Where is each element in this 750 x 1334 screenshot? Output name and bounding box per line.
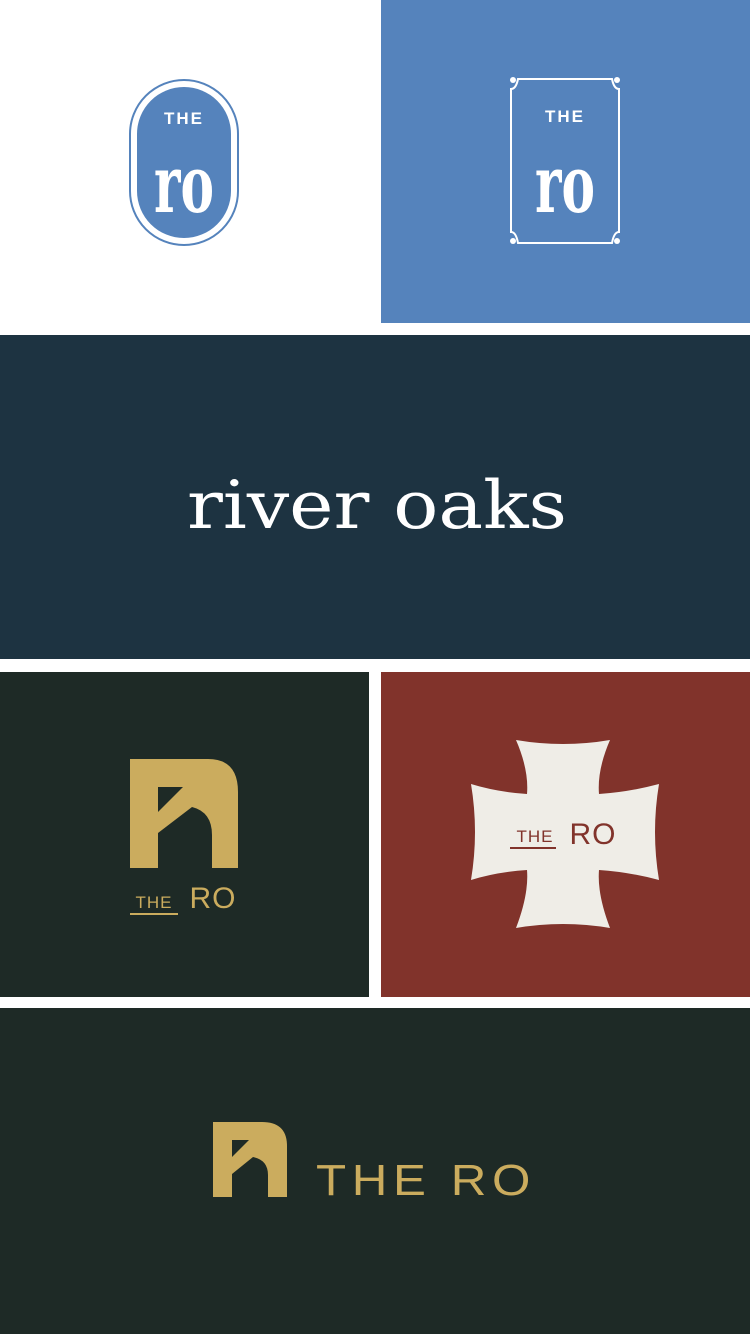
horizontal-logo-text: THE RO	[316, 1156, 536, 1205]
cross-shape-icon	[471, 740, 659, 928]
wordmark-text: river oaks	[187, 467, 567, 544]
cross-badge-panel: THE RO	[381, 672, 750, 997]
oval-badge-mono: ro	[154, 137, 214, 231]
monogram-mark-icon	[213, 1122, 287, 1197]
stacked-logo-ro: RO	[190, 882, 237, 915]
oval-badge-panel: THE ro	[0, 0, 381, 323]
stacked-logo-panel: THE RO	[0, 672, 369, 997]
stacked-logo: THE RO	[130, 759, 238, 915]
horizontal-logo-panel: THE RO	[0, 1008, 750, 1334]
corner-dot	[510, 77, 516, 83]
cross-badge-logo: THE RO	[471, 740, 659, 928]
corner-dot	[614, 238, 620, 244]
underline-rule	[130, 913, 178, 915]
corner-dot	[510, 238, 516, 244]
wordmark-logo: river oaks	[187, 467, 567, 544]
cross-badge-the: THE	[517, 827, 554, 846]
corner-dot	[614, 77, 620, 83]
underline-rule	[510, 847, 556, 849]
monogram-mark-icon	[130, 759, 238, 868]
rect-badge-logo: THE ro	[510, 77, 620, 244]
rect-badge-mono: ro	[535, 137, 595, 231]
horizontal-logo: THE RO	[213, 1122, 536, 1205]
cross-badge-ro: RO	[570, 818, 617, 851]
oval-badge-the: THE	[164, 109, 204, 128]
rect-badge-panel: THE ro	[381, 0, 750, 323]
rect-badge-the: THE	[545, 107, 585, 126]
oval-badge-logo: THE ro	[129, 79, 239, 246]
stacked-logo-the: THE	[136, 893, 173, 912]
wordmark-panel: river oaks	[0, 335, 750, 659]
